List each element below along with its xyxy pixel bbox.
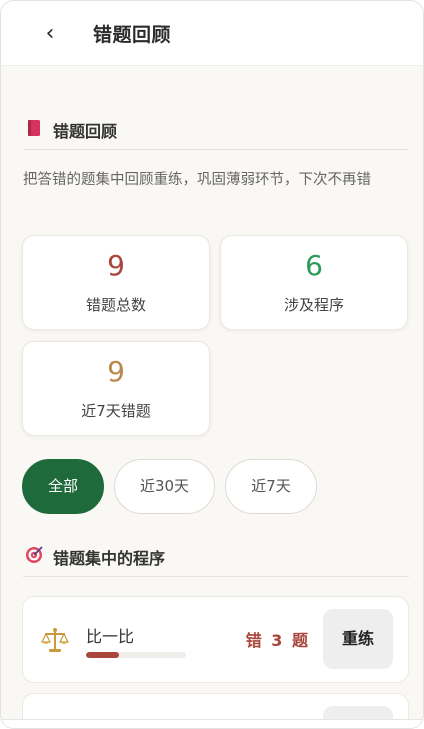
stat-label: 涉及程序 <box>283 296 344 314</box>
stat-value: 6 <box>305 249 323 282</box>
page-title: 错题回顾 <box>93 24 172 46</box>
app-frame: ‹ 错题回顾 错题回顾 把答错的题集中回顾重练，巩固薄弱环节，下次不再错 9 错… <box>0 0 424 729</box>
section-title: 错题集中的程序 <box>53 549 166 568</box>
stat-value: 9 <box>107 249 125 282</box>
retry-button[interactable]: 重练 <box>323 609 393 669</box>
stat-card-total-errors: 9 错题总数 <box>22 235 210 330</box>
section-header-programs: 错题集中的程序 <box>23 541 409 577</box>
top-bar: ‹ 错题回顾 <box>1 1 423 66</box>
bookmark-icon <box>28 120 40 136</box>
section-description: 把答错的题集中回顾重练，巩固薄弱环节，下次不再错 <box>23 172 371 188</box>
target-icon <box>26 546 43 563</box>
stat-card-recent-errors: 9 近7天错题 <box>22 341 210 436</box>
filter-7-days-button[interactable]: 近7天 <box>225 459 317 514</box>
filter-all-button[interactable]: 全部 <box>22 459 104 514</box>
program-card[interactable] <box>22 693 409 719</box>
filter-30-days-button[interactable]: 近30天 <box>114 459 215 514</box>
retry-button[interactable] <box>323 706 393 719</box>
program-error-count: 错 3 题 <box>245 631 310 650</box>
stat-card-programs: 6 涉及程序 <box>220 235 408 330</box>
back-button[interactable]: ‹ <box>37 21 63 47</box>
stat-label: 近7天错题 <box>81 402 151 420</box>
section-header-review: 错题回顾 <box>23 114 409 150</box>
stat-label: 错题总数 <box>85 296 146 314</box>
program-name: 比一比 <box>86 627 135 646</box>
program-card[interactable]: 比一比 错 3 题 重练 <box>22 596 409 683</box>
balance-scale-icon <box>41 628 69 652</box>
bottom-bar <box>1 719 423 728</box>
stat-value: 9 <box>107 355 125 388</box>
progress-fill <box>86 652 119 658</box>
section-title: 错题回顾 <box>53 122 118 141</box>
program-error-progress-bar <box>86 652 186 658</box>
back-arrow-icon: ‹ <box>45 21 55 46</box>
main-content[interactable]: 错题回顾 把答错的题集中回顾重练，巩固薄弱环节，下次不再错 9 错题总数 6 涉… <box>1 66 423 719</box>
